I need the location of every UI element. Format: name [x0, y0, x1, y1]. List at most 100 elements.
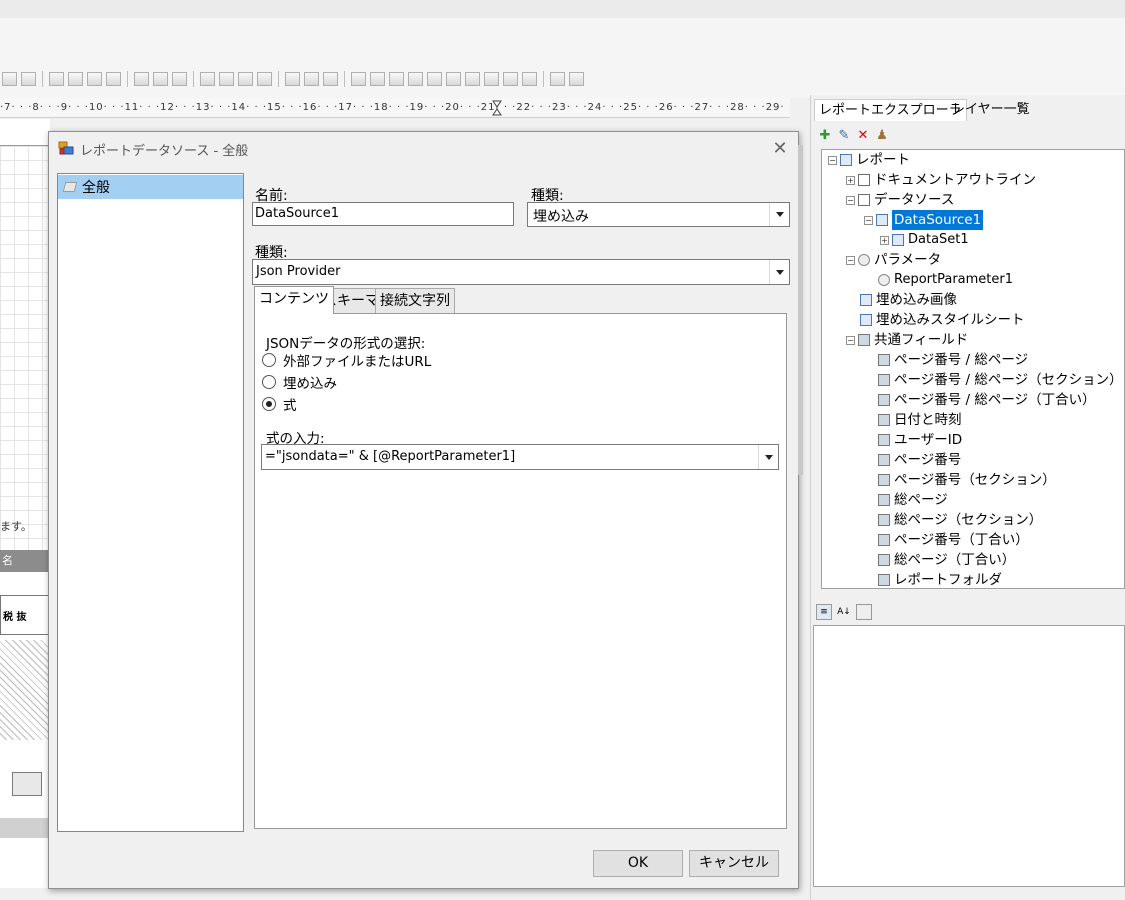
tree-node-reportparameter1[interactable]: ReportParameter1: [878, 270, 1013, 290]
align-tops-icon[interactable]: [285, 72, 300, 86]
datasource-icon: [876, 214, 888, 226]
tree-node-datasource1[interactable]: − DataSource1: [864, 210, 984, 230]
name-input[interactable]: DataSource1: [252, 202, 514, 226]
align-middles-icon[interactable]: [304, 72, 319, 86]
tree-node-report[interactable]: − レポート: [828, 150, 910, 170]
collapse-icon[interactable]: −: [846, 335, 855, 345]
v-spacing-dec-icon[interactable]: [503, 72, 518, 86]
radio-button[interactable]: [262, 353, 276, 367]
align-centers-icon[interactable]: [238, 72, 253, 86]
bullet-list-icon[interactable]: [134, 72, 149, 86]
tree-node-common-field[interactable]: ページ番号 / 総ページ: [878, 350, 1028, 370]
send-back-icon[interactable]: [569, 72, 584, 86]
radio-button-selected[interactable]: [262, 397, 276, 411]
categorized-icon[interactable]: ≡: [816, 604, 832, 620]
collapse-icon[interactable]: −: [864, 215, 873, 225]
align-left-icon[interactable]: [49, 72, 64, 86]
cancel-button[interactable]: キャンセル: [689, 850, 779, 877]
align-center-icon[interactable]: [68, 72, 83, 86]
type-select[interactable]: 埋め込み: [527, 202, 790, 227]
horizontal-ruler: ·7· · ·8· · ·9· · ·10· · ·11· · ·12· · ·…: [0, 98, 790, 118]
v-spacing-inc-icon[interactable]: [484, 72, 499, 86]
align-bottoms-icon[interactable]: [323, 72, 338, 86]
same-size-icon[interactable]: [389, 72, 404, 86]
radio-external-file[interactable]: 外部ファイルまたはURL: [262, 350, 431, 370]
v-spacing-icon[interactable]: [465, 72, 480, 86]
tree-node-common-field[interactable]: 総ページ: [878, 490, 948, 510]
align-rights-icon[interactable]: [257, 72, 272, 86]
tab-layer-list[interactable]: レイヤー一覧: [948, 99, 1034, 121]
collapse-icon[interactable]: −: [846, 255, 855, 265]
tree-node-document-outline[interactable]: + ドキュメントアウトライン: [846, 170, 1036, 190]
h-spacing-inc-icon[interactable]: [427, 72, 442, 86]
layout-icon[interactable]: [200, 72, 215, 86]
add-icon[interactable]: ✚: [818, 129, 832, 143]
chevron-down-icon[interactable]: [758, 445, 778, 469]
designer-tool-icon[interactable]: [12, 772, 42, 796]
edit-icon[interactable]: ✎: [837, 129, 851, 143]
align-right-icon[interactable]: [87, 72, 102, 86]
tree-node-parameters[interactable]: − パラメータ: [846, 250, 941, 270]
delete-icon[interactable]: ✕: [856, 129, 870, 143]
toolbar-separator: [42, 71, 43, 87]
ok-button[interactable]: OK: [593, 850, 683, 877]
radio-button[interactable]: [262, 375, 276, 389]
tree-node-embedded-images[interactable]: 埋め込み画像: [860, 290, 957, 310]
image-icon: [860, 294, 872, 306]
radio-embedded[interactable]: 埋め込み: [262, 372, 337, 392]
tree-node-common-field[interactable]: ページ番号（丁合い）: [878, 530, 1029, 550]
tree-node-dataset1[interactable]: + DataSet1: [880, 230, 969, 250]
json-format-label: JSONデータの形式の選択:: [266, 336, 426, 352]
tree-node-common-field[interactable]: ページ番号 / 総ページ（セクション）: [878, 370, 1123, 390]
collapse-icon[interactable]: −: [828, 155, 837, 165]
h-spacing-icon[interactable]: [408, 72, 423, 86]
expand-icon[interactable]: +: [880, 235, 889, 245]
parameter-icon: [878, 274, 890, 286]
properties-grid[interactable]: [813, 625, 1125, 887]
property-pages-icon[interactable]: [856, 604, 872, 620]
same-height-icon[interactable]: [370, 72, 385, 86]
tab-report-explorer[interactable]: レポートエクスプローラ: [814, 99, 967, 121]
sort-alpha-icon[interactable]: A↓: [836, 604, 852, 620]
tree-node-common-field[interactable]: ページ番号: [878, 450, 961, 470]
outdent-icon[interactable]: [172, 72, 187, 86]
provider-select-value: Json Provider: [256, 264, 341, 279]
bring-front-icon[interactable]: [550, 72, 565, 86]
parameters-icon[interactable]: ♟: [875, 129, 889, 143]
designer-text-fragment: ます。: [0, 520, 32, 533]
expand-icon[interactable]: +: [846, 175, 855, 185]
tree-node-common-fields[interactable]: − 共通フィールド: [846, 330, 968, 350]
tree-node-common-field[interactable]: レポートフォルダ: [878, 570, 1002, 588]
tree-node-common-field[interactable]: ユーザーID: [878, 430, 962, 450]
provider-select[interactable]: Json Provider: [252, 259, 790, 285]
justify-icon[interactable]: [106, 72, 121, 86]
tree-node-common-field[interactable]: 総ページ（セクション）: [878, 510, 1042, 530]
properties-toolbar: ≡ A↓: [816, 602, 872, 622]
chevron-down-icon[interactable]: [769, 260, 789, 284]
nav-item-general[interactable]: 全般: [58, 175, 243, 199]
report-icon: [840, 154, 852, 166]
tree-node-common-field[interactable]: ページ番号（セクション）: [878, 470, 1056, 490]
tree-node-common-field[interactable]: 日付と時刻: [878, 410, 962, 430]
align-lefts-icon[interactable]: [219, 72, 234, 86]
ruler-position-marker-icon[interactable]: [492, 100, 502, 116]
same-width-icon[interactable]: [351, 72, 366, 86]
expression-input[interactable]: ="jsondata=" & [@ReportParameter1]: [261, 444, 779, 470]
scrollbar[interactable]: [798, 145, 803, 475]
collapse-icon[interactable]: −: [846, 195, 855, 205]
v-spacing-remove-icon[interactable]: [522, 72, 537, 86]
tree-node-common-field[interactable]: 総ページ（丁合い）: [878, 550, 1015, 570]
tree-node-common-field[interactable]: ページ番号 / 総ページ（丁合い）: [878, 390, 1096, 410]
tab-content[interactable]: コンテンツ: [254, 286, 334, 314]
indent-icon[interactable]: [153, 72, 168, 86]
text-color-icon[interactable]: [2, 72, 17, 86]
tree-node-data-sources[interactable]: − データソース: [846, 190, 954, 210]
h-spacing-dec-icon[interactable]: [446, 72, 461, 86]
close-icon[interactable]: ✕: [770, 138, 790, 159]
toolbar-separator: [278, 71, 279, 87]
tree-node-embedded-stylesheets[interactable]: 埋め込みスタイルシート: [860, 310, 1025, 330]
tab-connection-string[interactable]: 接続文字列: [375, 288, 455, 314]
spellcheck-icon[interactable]: [21, 72, 36, 86]
radio-expression[interactable]: 式: [262, 394, 297, 414]
chevron-down-icon[interactable]: [769, 203, 789, 226]
